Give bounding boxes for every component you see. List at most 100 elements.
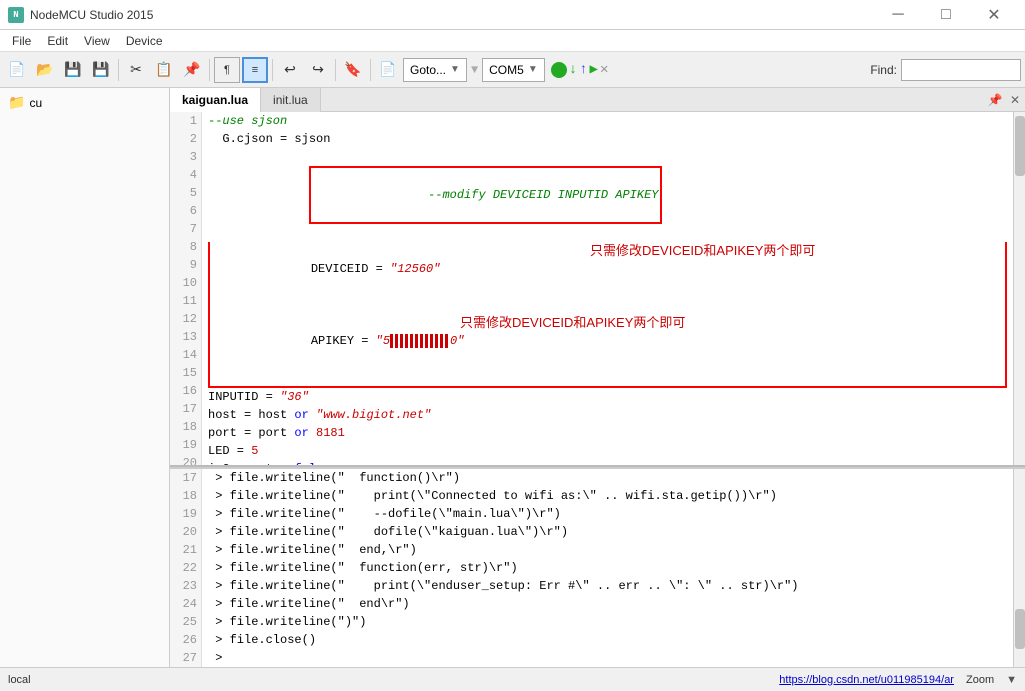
sidebar-item-cu[interactable]: 📁 cu [4, 92, 165, 113]
file-icon-button[interactable]: 📄 [375, 57, 401, 83]
scrollbar-top[interactable] [1013, 112, 1025, 465]
tab-close-button[interactable]: ✕ [1005, 90, 1025, 110]
zoom-arrow-button[interactable]: ▼ [1006, 674, 1017, 686]
cut-button[interactable]: ✂ [123, 57, 149, 83]
zoom-label: Zoom [966, 674, 994, 686]
bottom-line-23: > file.writeline(" print(\"enduser_setup… [208, 577, 1007, 595]
redo-button[interactable]: ↪ [305, 57, 331, 83]
menu-device[interactable]: Device [118, 32, 171, 50]
upload-icon[interactable]: ↑ [579, 62, 587, 78]
code-content-bottom[interactable]: > file.writeline(" function()\r") > file… [202, 469, 1013, 667]
bottom-line-18: > file.writeline(" print(\"Connected to … [208, 487, 1007, 505]
new-file-button[interactable]: 📄 [4, 57, 30, 83]
window-controls: ─ □ ✕ [875, 0, 1017, 30]
sep5 [370, 59, 371, 81]
tab-pin-button[interactable]: 📌 [985, 90, 1005, 110]
linenum-button[interactable]: ¶ [214, 57, 240, 83]
goto-arrow-icon: ▼ [450, 64, 460, 75]
title-bar: N NodeMCU Studio 2015 ─ □ ✕ [0, 0, 1025, 30]
code-line-10: isConnect = false [208, 460, 1007, 465]
editor-bottom-pane: 17 18 19 20 21 22 23 24 25 26 27 > file.… [170, 467, 1025, 667]
bottom-line-21: > file.writeline(" end,\r") [208, 541, 1007, 559]
main-area: 📁 cu kaiguan.lua init.lua 📌 ✕ 1 [0, 88, 1025, 667]
app-icon: N [8, 7, 24, 23]
com-port-label: COM5 [489, 63, 524, 77]
editor-split: 1 2 3 4 5 6 7 8 9 10 11 12 13 14 [170, 112, 1025, 667]
sidebar: 📁 cu [0, 88, 170, 667]
tab-kaiguan[interactable]: kaiguan.lua [170, 88, 261, 112]
status-bar: local https://blog.csdn.net/u011985194/a… [0, 667, 1025, 691]
paste-button[interactable]: 📌 [179, 57, 205, 83]
status-url: https://blog.csdn.net/u011985194/ar [779, 674, 954, 686]
annotation-label2: 只需修改DEVICEID和APIKEY两个即可 [460, 314, 685, 332]
bookmark-button[interactable]: 🔖 [340, 57, 366, 83]
bottom-line-25: > file.writeline(")") [208, 613, 1007, 631]
menu-edit[interactable]: Edit [39, 32, 76, 50]
com-port-selector[interactable]: COM5 ▼ [482, 58, 545, 82]
sep3 [272, 59, 273, 81]
tab-controls: 📌 ✕ [985, 90, 1025, 110]
code-line-7: host = host or "www.bigiot.net" [208, 406, 1007, 424]
code-line-2: G.cjson = sjson [208, 130, 1007, 148]
stop-icon[interactable]: ✕ [600, 61, 608, 78]
line-numbers-top: 1 2 3 4 5 6 7 8 9 10 11 12 13 14 [170, 112, 202, 465]
code-line-5: APIKEY = "50" 只需修改DEVICEID和APIKEY两个即可 [208, 314, 1007, 388]
code-line-9: LED = 5 [208, 442, 1007, 460]
bottom-line-22: > file.writeline(" function(err, str)\r"… [208, 559, 1007, 577]
status-right: https://blog.csdn.net/u011985194/ar Zoom… [779, 674, 1017, 686]
scrollbar-bottom[interactable] [1013, 469, 1025, 667]
open-file-button[interactable]: 📂 [32, 57, 58, 83]
code-line-1: --use sjson [208, 112, 1007, 130]
bottom-line-27: > [208, 649, 1007, 667]
sep6: ▼ [471, 63, 478, 77]
sep4 [335, 59, 336, 81]
tab-init[interactable]: init.lua [261, 88, 321, 112]
bottom-line-19: > file.writeline(" --dofile(\"main.lua\"… [208, 505, 1007, 523]
code-line-3: --modify DEVICEID INPUTID APIKEY [208, 148, 1007, 242]
status-local: local [8, 674, 31, 686]
menu-view[interactable]: View [76, 32, 118, 50]
editor-bottom-inner: 17 18 19 20 21 22 23 24 25 26 27 > file.… [170, 469, 1013, 667]
close-button[interactable]: ✕ [971, 0, 1017, 30]
sep1 [118, 59, 119, 81]
maximize-button[interactable]: □ [923, 0, 969, 30]
tab-init-label: init.lua [273, 93, 308, 107]
sep2 [209, 59, 210, 81]
format-button[interactable]: ≡ [242, 57, 268, 83]
tab-kaiguan-label: kaiguan.lua [182, 93, 248, 107]
goto-button[interactable]: Goto... ▼ [403, 58, 467, 82]
app-title: NodeMCU Studio 2015 [30, 8, 153, 22]
run-icon[interactable]: ▶ [590, 61, 598, 78]
menu-file[interactable]: File [4, 32, 39, 50]
code-line-4: DEVICEID = "12560" 只需修改DEVICEID和APIKEY两个… [208, 242, 1007, 314]
folder-icon: 📁 [8, 94, 25, 111]
line-numbers-bottom: 17 18 19 20 21 22 23 24 25 26 27 [170, 469, 202, 667]
bottom-line-17: > file.writeline(" function()\r") [208, 469, 1007, 487]
editor-area: kaiguan.lua init.lua 📌 ✕ 1 2 3 4 [170, 88, 1025, 667]
connect-status-icon [551, 62, 567, 78]
tabs-bar: kaiguan.lua init.lua 📌 ✕ [170, 88, 1025, 112]
menu-bar: File Edit View Device [0, 30, 1025, 52]
bottom-line-20: > file.writeline(" dofile(\"kaiguan.lua\… [208, 523, 1007, 541]
copy-button[interactable]: 📋 [151, 57, 177, 83]
code-line-8: port = port or 8181 [208, 424, 1007, 442]
bottom-line-24: > file.writeline(" end\r") [208, 595, 1007, 613]
code-line-6: INPUTID = "36" [208, 388, 1007, 406]
find-input[interactable] [901, 59, 1021, 81]
code-content-top[interactable]: --use sjson G.cjson = sjson --modify DEV… [202, 112, 1013, 465]
bottom-line-26: > file.close() [208, 631, 1007, 649]
save-all-button[interactable]: 💾 [88, 57, 114, 83]
com-port-arrow-icon: ▼ [528, 64, 538, 75]
find-label: Find: [870, 63, 897, 77]
editor-top-inner: 1 2 3 4 5 6 7 8 9 10 11 12 13 14 [170, 112, 1013, 465]
download-icon[interactable]: ↓ [569, 62, 577, 78]
find-area: Find: [870, 59, 1021, 81]
editor-top-pane: 1 2 3 4 5 6 7 8 9 10 11 12 13 14 [170, 112, 1025, 465]
scrollbar-thumb-bottom[interactable] [1015, 609, 1025, 649]
minimize-button[interactable]: ─ [875, 0, 921, 30]
goto-label: Goto... [410, 63, 446, 77]
sidebar-item-label: cu [29, 96, 42, 110]
scrollbar-thumb-top[interactable] [1015, 116, 1025, 176]
save-file-button[interactable]: 💾 [60, 57, 86, 83]
undo-button[interactable]: ↩ [277, 57, 303, 83]
